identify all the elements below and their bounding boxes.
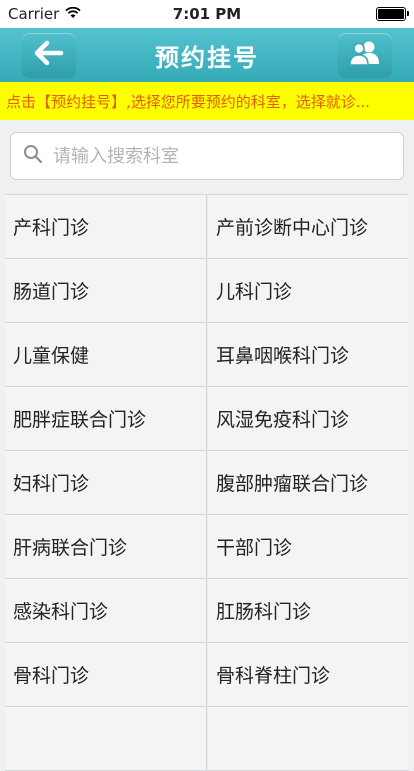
department-item[interactable]: 产科门诊 <box>5 195 207 259</box>
arrow-left-icon <box>34 40 64 70</box>
department-item[interactable]: 肛肠科门诊 <box>207 579 409 643</box>
notice-text: 点击【预约挂号】,选择您所要预约的科室，选择就诊... <box>6 92 371 111</box>
department-item[interactable]: 儿童保健 <box>5 323 207 387</box>
search-icon <box>23 144 43 168</box>
user-center-button[interactable] <box>338 33 392 77</box>
department-grid: 产科门诊 产前诊断中心门诊 肠道门诊 儿科门诊 儿童保健 耳鼻咽喉科门诊 肥胖症… <box>5 194 409 771</box>
department-item[interactable]: 骨科脊柱门诊 <box>207 643 409 707</box>
department-item[interactable]: 干部门诊 <box>207 515 409 579</box>
users-icon <box>348 39 382 71</box>
department-item[interactable]: 骨科门诊 <box>5 643 207 707</box>
department-item[interactable]: 腹部肿瘤联合门诊 <box>207 451 409 515</box>
department-item[interactable]: 肠道门诊 <box>5 259 207 323</box>
status-bar: Carrier 7:01 PM <box>0 0 414 28</box>
department-item[interactable]: 风湿免疫科门诊 <box>207 387 409 451</box>
nav-bar: 预约挂号 <box>0 28 414 82</box>
department-item[interactable]: 妇科门诊 <box>5 451 207 515</box>
department-item[interactable]: 产前诊断中心门诊 <box>207 195 409 259</box>
search-area <box>0 120 414 194</box>
department-item[interactable] <box>207 707 409 771</box>
status-left: Carrier <box>8 5 81 23</box>
department-item[interactable]: 肥胖症联合门诊 <box>5 387 207 451</box>
carrier-label: Carrier <box>8 5 60 23</box>
notice-banner: 点击【预约挂号】,选择您所要预约的科室，选择就诊... <box>0 82 414 120</box>
battery-icon <box>376 7 409 21</box>
back-button[interactable] <box>22 33 76 77</box>
department-item[interactable] <box>5 707 207 771</box>
department-item[interactable]: 感染科门诊 <box>5 579 207 643</box>
department-item[interactable]: 儿科门诊 <box>207 259 409 323</box>
department-item[interactable]: 肝病联合门诊 <box>5 515 207 579</box>
wifi-icon <box>65 5 81 23</box>
search-box[interactable] <box>10 132 404 180</box>
department-item[interactable]: 耳鼻咽喉科门诊 <box>207 323 409 387</box>
search-input[interactable] <box>51 144 391 168</box>
